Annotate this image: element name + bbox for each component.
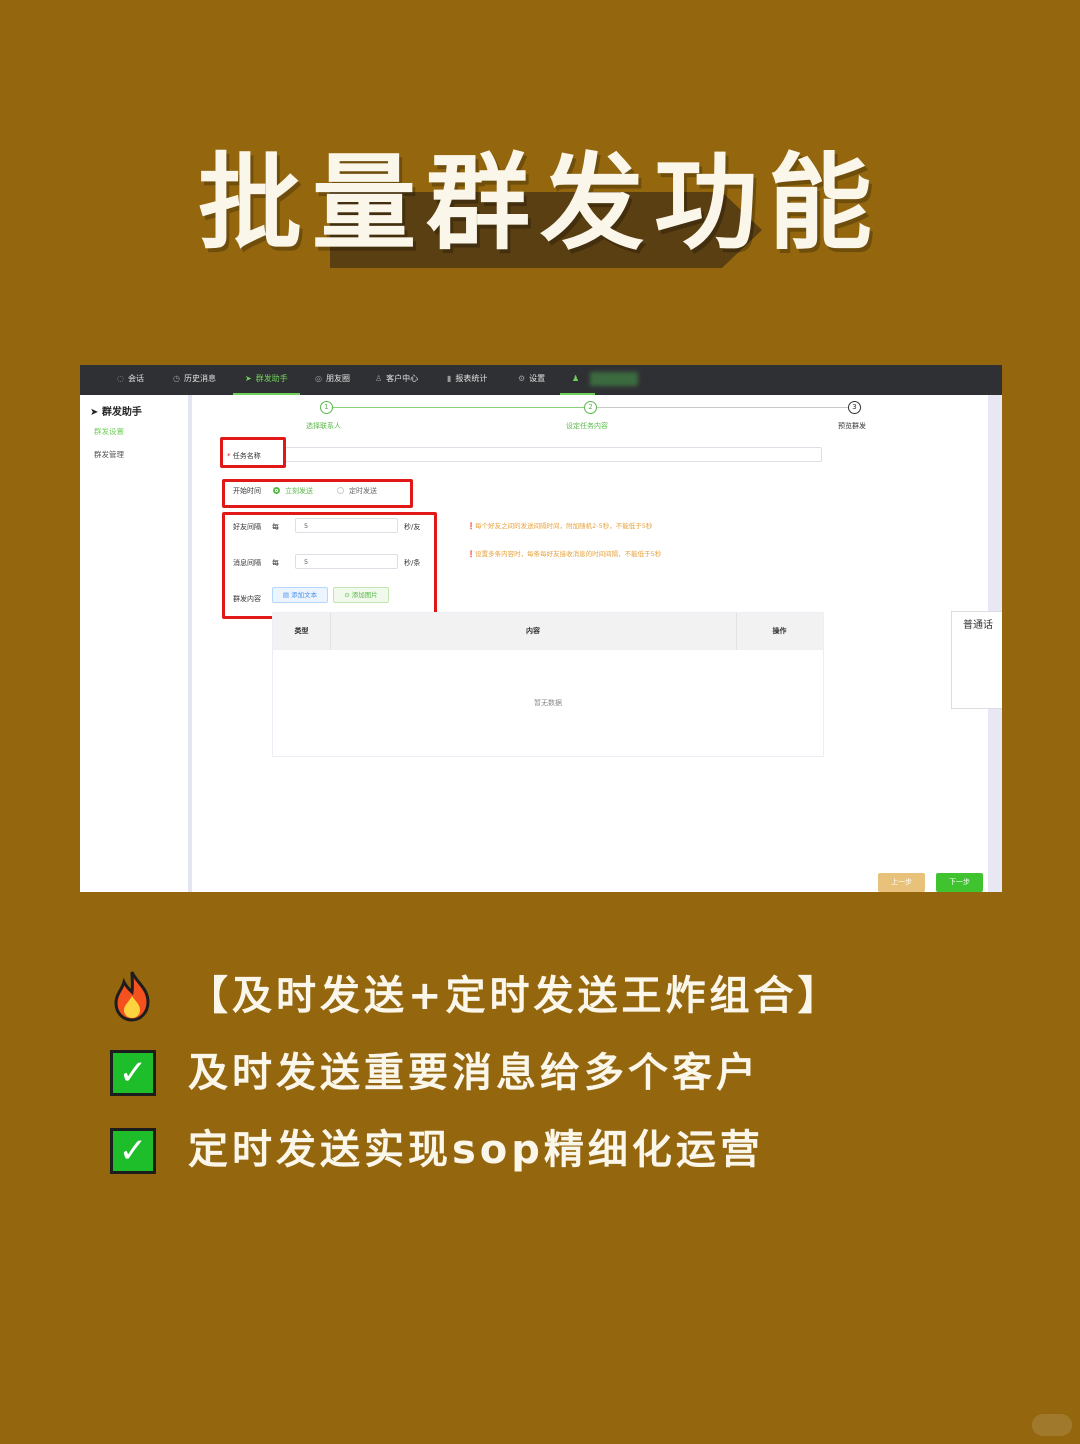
sidebar-item-mass-send-settings[interactable]: 群发设置 bbox=[94, 426, 124, 437]
sidebar-item-mass-send-management[interactable]: 群发管理 bbox=[94, 449, 124, 460]
column-actions: 操作 bbox=[772, 627, 787, 635]
app-screenshot: ◌ 会话 ◷ 历史消息 ➤ 群发助手 ◎ 朋友圈 ♙ 客户中心 ▮ 报表统计 ⚙ 设置 ♟ ➤… bbox=[80, 365, 1002, 892]
fire-icon-graphic bbox=[114, 971, 150, 1022]
warning-icon: ❗ bbox=[467, 550, 476, 558]
user-icon: ♙ bbox=[375, 374, 383, 383]
clock-icon: ◷ bbox=[173, 374, 180, 383]
sidebar: ➤ 群发助手 群发设置 群发管理 bbox=[80, 395, 192, 892]
nav-item-chat[interactable]: ◌ 会话 bbox=[117, 365, 144, 395]
watermark bbox=[1032, 1414, 1072, 1436]
send-icon: ➤ bbox=[90, 407, 102, 418]
step-3-label: 预览群发 bbox=[838, 422, 866, 430]
bullet-combo-text: 【及时发送+定时发送王炸组合】 bbox=[188, 973, 842, 1019]
sidebar-title: ➤ 群发助手 bbox=[90, 407, 142, 418]
bullet-instant-text: 及时发送重要消息给多个客户 bbox=[188, 1050, 760, 1096]
table-empty-text: 暂无数据 bbox=[534, 699, 562, 707]
moments-icon: ◎ bbox=[315, 374, 322, 383]
highlight-start-time bbox=[222, 479, 413, 508]
step-1-dot: 1 bbox=[320, 401, 333, 414]
headline: 批量群发功能 bbox=[197, 141, 882, 264]
step-2-label: 设定任务内容 bbox=[566, 422, 608, 430]
warning-icon: ❗ bbox=[467, 522, 476, 530]
nav-item-moments[interactable]: ◎ 朋友圈 bbox=[315, 365, 350, 395]
message-interval-hint: ❗设置多条内容时，每条每好友接收消息的时间间隔，不能低于5秒 bbox=[467, 550, 662, 558]
send-icon: ➤ bbox=[245, 374, 252, 383]
prev-step-button[interactable]: 上一步 bbox=[878, 873, 925, 892]
step-connector-2 bbox=[596, 407, 848, 408]
step-3-dot: 3 bbox=[848, 401, 861, 414]
fire-icon bbox=[110, 970, 154, 1022]
bar-chart-icon: ▮ bbox=[447, 374, 452, 383]
highlight-task-name bbox=[220, 437, 286, 468]
highlight-intervals-content bbox=[222, 512, 437, 619]
nav-item-history[interactable]: ◷ 历史消息 bbox=[173, 365, 216, 395]
table-header: 类型 内容 操作 bbox=[273, 613, 823, 650]
check-icon: ✓ bbox=[110, 1050, 156, 1096]
task-name-input[interactable] bbox=[285, 447, 822, 462]
next-step-button[interactable]: 下一步 bbox=[936, 873, 983, 892]
chat-icon: ◌ bbox=[117, 374, 124, 383]
check-icon: ✓ bbox=[110, 1128, 156, 1174]
step-1-label: 选择联系人 bbox=[306, 422, 341, 430]
column-content: 内容 bbox=[526, 627, 540, 635]
nav-item-mass-send[interactable]: ➤ 群发助手 bbox=[233, 365, 300, 395]
friend-interval-hint: ❗每个好友之间的发送间隔时间，附加随机2-5秒，不能低于5秒 bbox=[467, 522, 653, 530]
nav-item-reports[interactable]: ▮ 报表统计 bbox=[447, 365, 487, 395]
account-avatar[interactable]: ♟ bbox=[559, 365, 596, 395]
language-popup[interactable]: 普通话 bbox=[951, 611, 1002, 709]
column-type: 类型 bbox=[294, 627, 309, 635]
account-name-blurred bbox=[590, 372, 638, 386]
nav-item-customers[interactable]: ♙ 客户中心 bbox=[375, 365, 418, 395]
gear-icon: ⚙ bbox=[518, 374, 526, 383]
step-connector-1 bbox=[332, 407, 584, 408]
step-2-dot: 2 bbox=[584, 401, 597, 414]
top-nav: ◌ 会话 ◷ 历史消息 ➤ 群发助手 ◎ 朋友圈 ♙ 客户中心 ▮ 报表统计 ⚙ 设置 ♟ bbox=[80, 365, 1002, 395]
bullet-scheduled-text: 定时发送实现sop精细化运营 bbox=[188, 1127, 764, 1173]
content-table: 类型 内容 操作 暂无数据 bbox=[272, 612, 824, 757]
avatar-icon: ♟ bbox=[572, 374, 580, 383]
nav-item-settings[interactable]: ⚙ 设置 bbox=[518, 365, 545, 395]
